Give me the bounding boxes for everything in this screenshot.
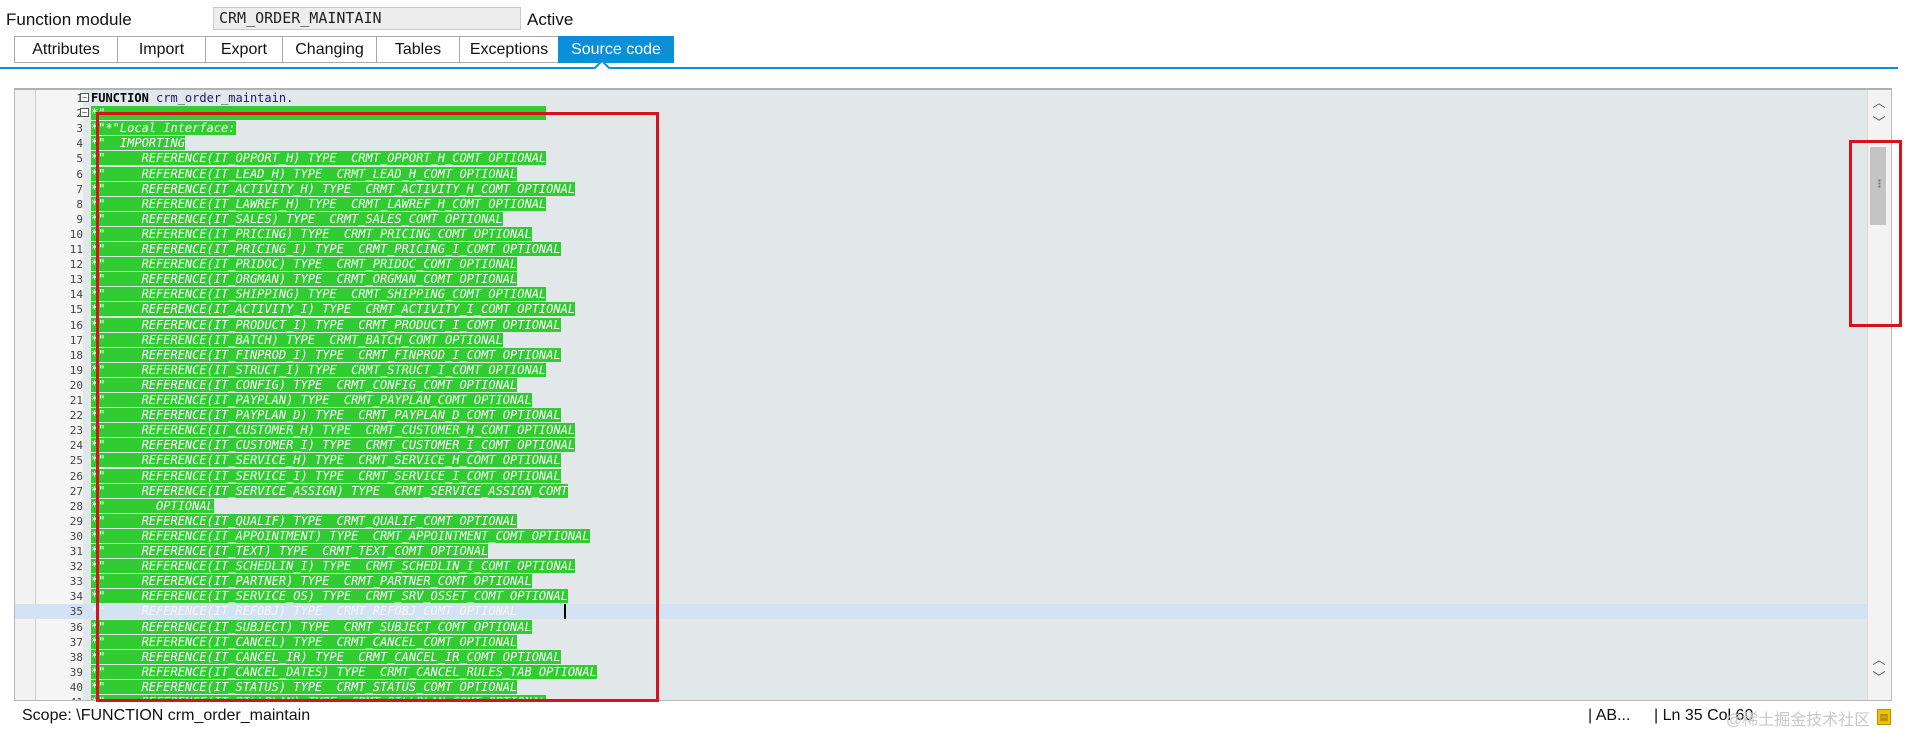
line-number: 2 <box>36 106 83 121</box>
line-number: 11 <box>69 243 83 256</box>
line-number: 15 <box>69 303 83 317</box>
fold-toggle-icon[interactable]: − <box>80 108 89 118</box>
tab-import[interactable]: Import <box>117 36 205 63</box>
tab-attributes[interactable]: Attributes <box>14 36 117 63</box>
line-number: 22 <box>69 409 83 423</box>
function-module-label: Function module <box>6 10 132 29</box>
line-number: 24 <box>69 439 83 453</box>
line-number: 7 <box>76 182 83 196</box>
keyword: FUNCTION <box>91 91 149 105</box>
line-number: 32 <box>69 560 83 574</box>
line-number: 41 <box>36 695 83 700</box>
line-number: 27 <box>69 484 83 498</box>
scroll-page-up-icon[interactable]: ︿ <box>1870 653 1888 667</box>
scope-text: Scope: \FUNCTION crm_order_maintain <box>22 707 311 724</box>
scroll-page-down-icon[interactable]: ﹀ <box>1870 671 1888 685</box>
line-number: 17 <box>69 333 83 347</box>
tab-source-code[interactable]: Source code <box>558 36 674 63</box>
line-number: 38 <box>69 650 83 664</box>
line-number: 28 <box>69 499 83 513</box>
line-number: 36 <box>69 620 83 634</box>
line-number: 9 <box>76 212 83 226</box>
line-number: 37 <box>69 635 83 649</box>
line-number: 13 <box>69 273 83 287</box>
line-number: 4 <box>76 137 83 151</box>
line-number: 5 <box>76 152 83 166</box>
line-number: 39 <box>69 665 83 679</box>
status-bar: Scope: \FUNCTION crm_order_maintain | AB… <box>0 703 1912 731</box>
tab-changing[interactable]: Changing <box>282 36 376 63</box>
line-number: 6 <box>76 167 83 181</box>
tab-underline <box>0 67 1898 69</box>
line-number: 21 <box>69 394 83 407</box>
line-number: 33 <box>69 575 83 589</box>
line-number: 25 <box>69 454 83 468</box>
line-number: 31 <box>69 545 83 558</box>
watermark: @稀土掘金技术社区 <box>1726 712 1871 729</box>
line-number: 14 <box>69 288 83 302</box>
line-number: 19 <box>69 363 83 377</box>
line-number: 18 <box>69 348 83 362</box>
scroll-up-icon[interactable]: ︿ <box>1870 96 1888 110</box>
tab-export[interactable]: Export <box>205 36 282 63</box>
code-highlight-box <box>96 112 659 702</box>
function-module-field[interactable]: CRM_ORDER_MAINTAIN <box>213 7 521 30</box>
line-number: 26 <box>69 469 83 483</box>
code-text: FUNCTION crm_order_maintain. <box>91 91 294 105</box>
scroll-down-icon[interactable]: ﹀ <box>1870 116 1888 130</box>
line-number: 12 <box>69 258 83 272</box>
tab-bar: Attributes Import Export Changing Tables… <box>14 36 674 63</box>
line-number: 20 <box>69 378 83 392</box>
line-number: 16 <box>69 318 83 332</box>
line-number: 3 <box>76 122 83 136</box>
line-number: 34 <box>69 590 83 604</box>
line-number: 30 <box>69 529 83 543</box>
notes-icon[interactable]: ▤ <box>1877 709 1891 725</box>
line-number: 29 <box>69 514 83 528</box>
ab-indicator: | AB... <box>1588 707 1631 724</box>
scrollbar-highlight-box <box>1849 140 1902 327</box>
header: Function module CRM_ORDER_MAINTAIN Activ… <box>0 0 1912 36</box>
tab-tables[interactable]: Tables <box>376 36 459 63</box>
code-line[interactable]: 1−FUNCTION crm_order_maintain. <box>15 91 1867 106</box>
tab-exceptions[interactable]: Exceptions <box>459 36 558 63</box>
fold-toggle-icon[interactable]: − <box>80 93 89 102</box>
line-number: 40 <box>69 680 83 694</box>
line-number: 35 <box>69 605 83 619</box>
line-number: 10 <box>69 227 83 241</box>
line-number: 1 <box>36 91 83 106</box>
line-number: 23 <box>69 424 83 438</box>
line-number: 8 <box>76 197 83 211</box>
status-text: Active <box>527 10 574 29</box>
